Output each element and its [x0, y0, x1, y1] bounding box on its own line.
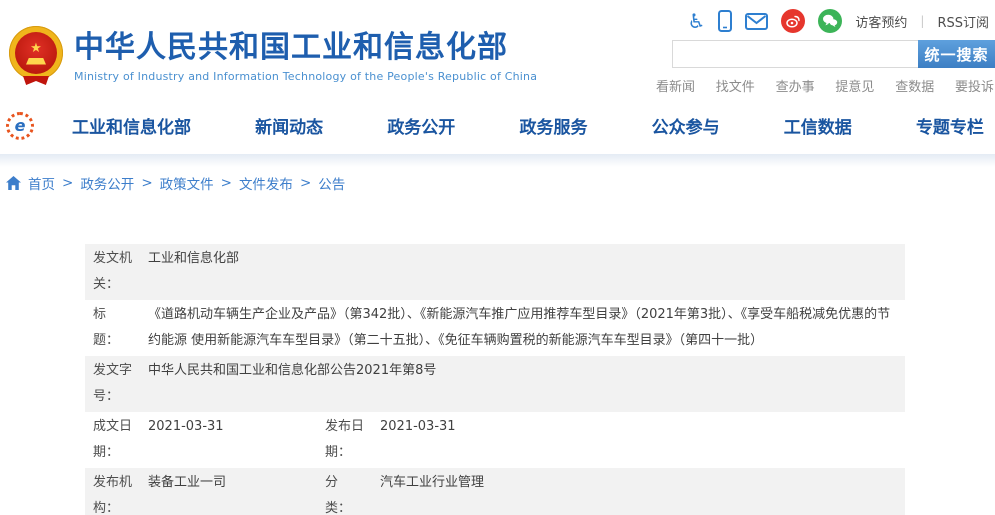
search-bar: 统一搜索	[672, 40, 995, 68]
row-value: 《道路机动车辆生产企业及产品》（第342批）、《新能源汽车推广应用推荐车型目录》…	[148, 307, 891, 348]
breadcrumb-separator: >	[299, 175, 312, 191]
document-info-table: 发文机关： 工业和信息化部 标 题： 《道路机动车辆生产企业及产品》（第342批…	[85, 244, 905, 515]
visitor-appointment-link[interactable]: 访客预约	[855, 12, 907, 31]
breadcrumb-policy-files[interactable]: 政策文件	[160, 173, 214, 193]
row-label: 标 题：	[93, 307, 133, 348]
table-row-document-number: 发文字号： 中华人民共和国工业和信息化部公告2021年第8号	[85, 356, 905, 412]
row-value: 工业和信息化部	[148, 251, 240, 266]
row-label: 成文日期：	[93, 419, 133, 460]
rss-subscribe-link[interactable]: RSS订阅	[937, 12, 989, 31]
breadcrumb-separator: >	[62, 175, 74, 191]
table-row-issuing-authority: 发文机关： 工业和信息化部	[85, 244, 905, 300]
breadcrumb-home[interactable]: 首页	[28, 173, 55, 193]
site-header: ★ 中华人民共和国工业和信息化部 Ministry of Industry an…	[0, 0, 995, 100]
breadcrumb-separator: >	[141, 175, 153, 191]
row-label: 发布机构：	[93, 475, 133, 515]
nav-items: 工业和信息化部 新闻动态 政务公开 政务服务 公众参与 工信数据 专题专栏	[72, 100, 984, 150]
nav-item-public-participation[interactable]: 公众参与	[652, 113, 720, 138]
miit-gear-logo-icon[interactable]: e	[6, 112, 34, 140]
row-value: 2021-03-31	[148, 419, 224, 434]
row-label: 发布日期：	[325, 419, 365, 460]
table-row-dates: 成文日期： 2021-03-31 发布日期： 2021-03-31	[85, 412, 905, 468]
row-value: 2021-03-31	[380, 419, 456, 434]
emblem-gate-icon	[26, 57, 46, 65]
wechat-icon[interactable]	[818, 9, 843, 33]
nav-item-news[interactable]: 新闻动态	[255, 113, 323, 138]
site-title-block[interactable]: 中华人民共和国工业和信息化部 Ministry of Industry and …	[74, 30, 538, 84]
quick-link-complaints[interactable]: 要投诉	[955, 76, 994, 95]
breadcrumb: 首页 > 政务公开 > 政策文件 > 文件发布 > 公告	[6, 173, 345, 193]
table-row-publisher-category: 发布机构： 装备工业一司 分 类： 汽车工业行业管理	[85, 468, 905, 515]
nav-item-miit-data[interactable]: 工信数据	[784, 113, 852, 138]
national-emblem-logo[interactable]: ★	[9, 26, 65, 86]
nav-item-ministry[interactable]: 工业和信息化部	[72, 113, 191, 138]
header-utility-bar: ♿ 访客预约 | RSS订阅	[687, 9, 989, 33]
main-nav: e 工业和信息化部 新闻动态 政务公开 政务服务 公众参与 工信数据 专题专栏	[0, 100, 995, 154]
quick-link-suggestions[interactable]: 提意见	[835, 76, 874, 95]
row-value: 汽车工业行业管理	[380, 475, 485, 490]
breadcrumb-separator: >	[220, 175, 232, 191]
breadcrumb-announcement[interactable]: 公告	[318, 173, 345, 193]
quick-link-news[interactable]: 看新闻	[656, 76, 695, 95]
row-value: 中华人民共和国工业和信息化部公告2021年第8号	[148, 363, 437, 378]
row-label: 发文机关：	[93, 251, 133, 292]
nav-item-special-columns[interactable]: 专题专栏	[916, 113, 984, 138]
emblem-star-icon: ★	[30, 40, 42, 56]
breadcrumb-file-release[interactable]: 文件发布	[239, 173, 293, 193]
unified-search-button[interactable]: 统一搜索	[918, 40, 995, 68]
quick-link-data[interactable]: 查数据	[895, 76, 934, 95]
nav-item-gov-services[interactable]: 政务服务	[519, 113, 587, 138]
site-title: 中华人民共和国工业和信息化部	[74, 30, 508, 65]
mobile-icon[interactable]	[718, 10, 733, 32]
emblem-ribbon	[23, 76, 49, 85]
row-label: 发文字号：	[93, 363, 133, 404]
quick-link-services[interactable]: 查办事	[776, 76, 815, 95]
row-value: 装备工业一司	[148, 475, 227, 490]
mail-icon[interactable]	[745, 12, 769, 30]
miit-logo-letter: e	[14, 116, 26, 135]
search-input[interactable]	[672, 40, 918, 68]
utility-divider: |	[920, 14, 925, 28]
quick-search-links: 看新闻 找文件 查办事 提意见 查数据 要投诉	[656, 76, 994, 95]
row-label: 分 类：	[325, 475, 365, 515]
table-row-title: 标 题： 《道路机动车辆生产企业及产品》（第342批）、《新能源汽车推广应用推荐…	[85, 300, 905, 356]
accessibility-icon[interactable]: ♿	[687, 10, 705, 32]
breadcrumb-gov-disclosure[interactable]: 政务公开	[80, 173, 134, 193]
site-subtitle: Ministry of Industry and Information Tec…	[74, 70, 538, 83]
home-icon[interactable]	[6, 176, 21, 190]
nav-item-gov-disclosure[interactable]: 政务公开	[387, 113, 455, 138]
emblem-core: ★	[15, 32, 57, 74]
nav-bottom-gradient	[0, 154, 995, 167]
weibo-icon[interactable]	[781, 9, 806, 33]
quick-link-files[interactable]: 找文件	[716, 76, 755, 95]
